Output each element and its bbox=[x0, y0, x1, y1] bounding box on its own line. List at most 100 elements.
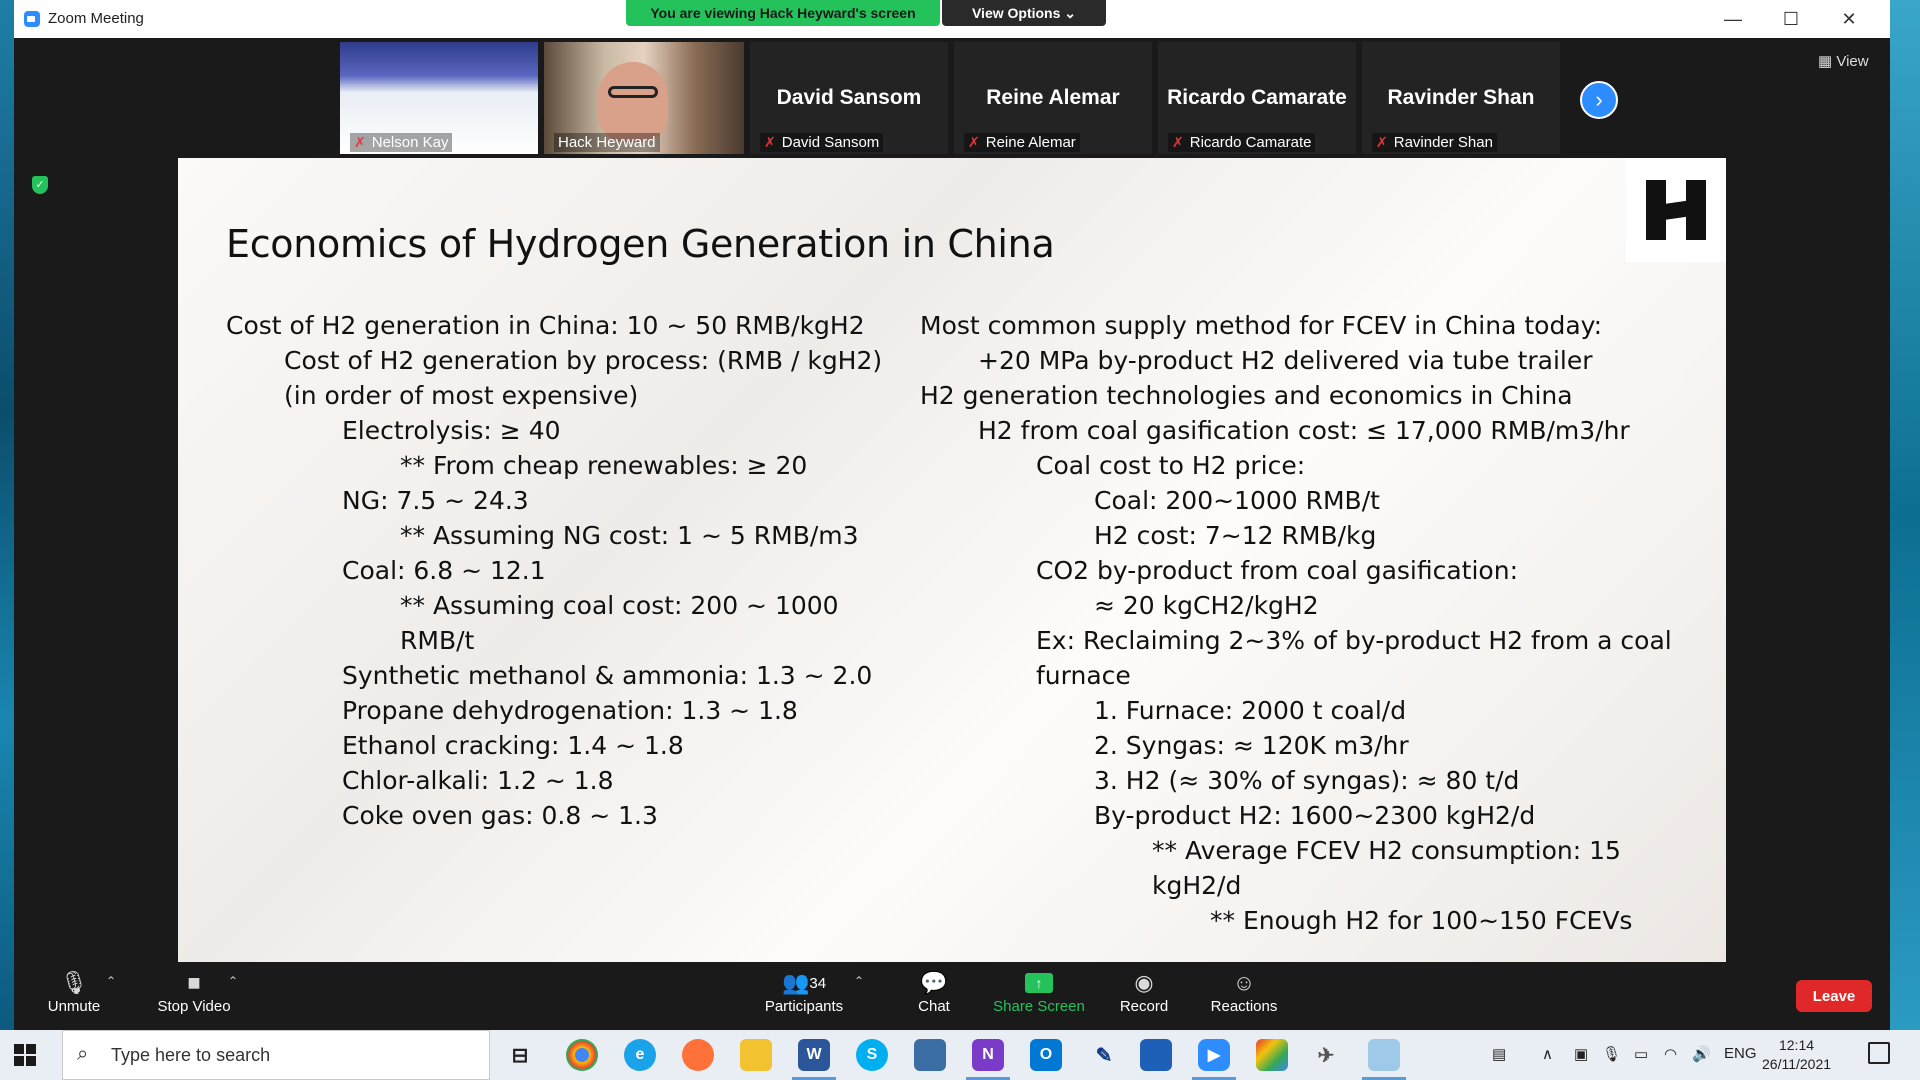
next-participants-button[interactable]: › bbox=[1580, 81, 1618, 119]
file-explorer-icon[interactable] bbox=[740, 1039, 772, 1071]
desktop-background-left bbox=[0, 0, 14, 1030]
slide-bullet-line: By-product H2: 1600~2300 kgH2/d bbox=[1094, 801, 1536, 830]
participant-label: ✗ Ricardo Camarate bbox=[1168, 133, 1316, 152]
video-options-caret[interactable]: ⌃ bbox=[228, 974, 238, 988]
participant-face bbox=[598, 62, 668, 142]
slide-bullet-line: furnace bbox=[1036, 661, 1131, 690]
windows-start-icon[interactable] bbox=[14, 1044, 36, 1066]
participant-strip: ✗ Nelson Kay Hack Heyward David Sansom ✗ D… bbox=[14, 40, 1890, 156]
notification-icon[interactable] bbox=[1868, 1042, 1890, 1064]
record-button[interactable]: ◉ Record bbox=[1104, 968, 1184, 1015]
slide-bullet-line: Propane dehydrogenation: 1.3 ~ 1.8 bbox=[342, 696, 798, 725]
chevron-up-icon[interactable]: ∧ bbox=[1542, 1045, 1553, 1063]
participant-tile-video[interactable]: ✗ Nelson Kay bbox=[340, 42, 538, 154]
windows-taskbar: ⌕ Type here to search ⊟ e W S N O ✎ ▶ ✈ … bbox=[0, 1030, 1920, 1080]
task-view-icon[interactable]: ⊟ bbox=[504, 1039, 536, 1071]
participant-tile[interactable]: David Sansom ✗ David Sansom bbox=[750, 42, 948, 154]
chrome-icon[interactable] bbox=[566, 1039, 598, 1071]
participant-tile[interactable]: Ricardo Camarate ✗ Ricardo Camarate bbox=[1158, 42, 1356, 154]
shared-screen-slide: Economics of Hydrogen Generation in Chin… bbox=[178, 158, 1726, 962]
chevron-right-icon: › bbox=[1595, 87, 1603, 112]
onenote-icon[interactable]: N bbox=[966, 1039, 1010, 1080]
participant-tile-video[interactable]: Hack Heyward bbox=[544, 42, 744, 154]
app-icon[interactable] bbox=[1362, 1039, 1406, 1080]
slide-bullet-line: Electrolysis: ≥ 40 bbox=[342, 416, 561, 445]
unmute-button[interactable]: 🎙 Unmute bbox=[34, 968, 114, 1015]
language-indicator[interactable]: ENG bbox=[1724, 1045, 1757, 1062]
participant-name: Ricardo Camarate bbox=[1167, 86, 1347, 109]
slide-bullet-line: Most common supply method for FCEV in Ch… bbox=[920, 311, 1603, 340]
record-icon: ◉ bbox=[1134, 970, 1154, 995]
slide-bullet-line: ** Average FCEV H2 consumption: 15 bbox=[1152, 836, 1621, 865]
participant-label: Hack Heyward bbox=[554, 133, 660, 152]
taskbar-search-box[interactable]: ⌕ Type here to search bbox=[62, 1030, 490, 1080]
search-icon: ⌕ bbox=[77, 1043, 89, 1065]
app-icon[interactable]: ✈ bbox=[1310, 1039, 1342, 1071]
meet-now-icon[interactable]: ▣ bbox=[1574, 1045, 1588, 1063]
paint-icon[interactable] bbox=[1256, 1039, 1288, 1071]
slide-bullet-line: CO2 by-product from coal gasification: bbox=[1036, 556, 1518, 585]
zoom-app-icon bbox=[24, 11, 40, 27]
slide-bullet-line: 1. Furnace: 2000 t coal/d bbox=[1094, 696, 1407, 725]
share-screen-button[interactable]: ↑ Share Screen bbox=[984, 968, 1094, 1015]
participant-name: David Sansom bbox=[776, 86, 922, 109]
meeting-toolbar: 🎙 Unmute ⌃ ■ Stop Video ⌃ 👥 34 Participa… bbox=[14, 962, 1890, 1030]
participants-icon: 👥 34 bbox=[781, 970, 827, 995]
leave-button[interactable]: Leave bbox=[1796, 980, 1872, 1012]
reactions-button[interactable]: ☺ Reactions bbox=[1194, 968, 1294, 1015]
edge-icon[interactable]: e bbox=[624, 1039, 656, 1071]
firefox-icon[interactable] bbox=[682, 1039, 714, 1071]
participant-tile[interactable]: Ravinder Shan ✗ Ravinder Shan bbox=[1362, 42, 1560, 154]
mic-muted-icon: ✗ bbox=[1376, 134, 1388, 150]
taskbar-clock[interactable]: 12:14 26/11/2021 bbox=[1762, 1036, 1831, 1074]
slide-title: Economics of Hydrogen Generation in Chin… bbox=[226, 222, 1055, 266]
mic-muted-icon: ✗ bbox=[354, 134, 366, 150]
skype-icon[interactable]: S bbox=[856, 1039, 888, 1071]
slide-bullet-line: (in order of most expensive) bbox=[284, 381, 639, 410]
participant-label: ✗ Nelson Kay bbox=[350, 133, 453, 152]
mic-muted-icon: ✗ bbox=[764, 134, 776, 150]
slide-bullet-line: H2 from coal gasification cost: ≤ 17,000… bbox=[978, 416, 1630, 445]
pen-icon[interactable]: ✎ bbox=[1088, 1039, 1120, 1071]
view-options-button[interactable]: View Options ⌄ bbox=[942, 0, 1106, 26]
volume-icon[interactable]: 🔊 bbox=[1692, 1045, 1711, 1063]
slide-bullet-line: ** Assuming NG cost: 1 ~ 5 RMB/m3 bbox=[400, 521, 859, 550]
app-icon[interactable] bbox=[1140, 1039, 1172, 1071]
participants-options-caret[interactable]: ⌃ bbox=[854, 974, 864, 988]
participants-button[interactable]: 👥 34 Participants bbox=[754, 968, 854, 1015]
zoom-window: Zoom Meeting — ☐ ✕ You are viewing Hack … bbox=[14, 0, 1890, 1030]
wifi-icon[interactable]: ◠ bbox=[1664, 1045, 1677, 1063]
participant-label: ✗ Reine Alemar bbox=[964, 133, 1080, 152]
slide-right-column: Most common supply method for FCEV in Ch… bbox=[920, 308, 1672, 938]
slide-bullet-line: ** Assuming coal cost: 200 ~ 1000 bbox=[400, 591, 839, 620]
viewing-screen-banner: You are viewing Hack Heyward's screen bbox=[626, 0, 940, 26]
battery-icon[interactable]: ▭ bbox=[1634, 1045, 1648, 1063]
word-icon[interactable]: W bbox=[792, 1039, 836, 1080]
slide-bullet-line: Synthetic methanol & ammonia: 1.3 ~ 2.0 bbox=[342, 661, 873, 690]
slide-bullet-line: RMB/t bbox=[400, 626, 475, 655]
view-button[interactable]: ▦ View bbox=[1818, 52, 1869, 70]
close-button[interactable]: ✕ bbox=[1820, 0, 1878, 38]
audio-options-caret[interactable]: ⌃ bbox=[106, 974, 116, 988]
slide-bullet-line: kgH2/d bbox=[1152, 871, 1242, 900]
search-placeholder: Type here to search bbox=[111, 1045, 271, 1065]
security-shield-icon[interactable]: ✓ bbox=[32, 176, 48, 194]
slide-bullet-line: Coal cost to H2 price: bbox=[1036, 451, 1306, 480]
slide-bullet-line: Coal: 200~1000 RMB/t bbox=[1094, 486, 1380, 515]
chat-button[interactable]: 💬 Chat bbox=[894, 968, 974, 1015]
slide-bullet-line: H2 cost: 7~12 RMB/kg bbox=[1094, 521, 1377, 550]
microphone-muted-icon: 🎙 bbox=[60, 970, 88, 995]
news-icon[interactable]: ▤ bbox=[1492, 1045, 1506, 1063]
microphone-icon[interactable]: 🎙 bbox=[1602, 1045, 1621, 1063]
zoom-taskbar-icon[interactable]: ▶ bbox=[1192, 1039, 1236, 1080]
app-icon[interactable] bbox=[914, 1039, 946, 1071]
slide-bullet-line: Coke oven gas: 0.8 ~ 1.3 bbox=[342, 801, 658, 830]
smiley-plus-icon: ☺ bbox=[1232, 970, 1256, 995]
participant-tile[interactable]: Reine Alemar ✗ Reine Alemar bbox=[954, 42, 1152, 154]
minimize-button[interactable]: — bbox=[1704, 0, 1762, 38]
outlook-icon[interactable]: O bbox=[1030, 1039, 1062, 1071]
maximize-button[interactable]: ☐ bbox=[1762, 0, 1820, 38]
slide-bullet-line: 3. H2 (≈ 30% of syngas): ≈ 80 t/d bbox=[1094, 766, 1520, 795]
slide-bullet-line: Cost of H2 generation in China: 10 ~ 50 … bbox=[226, 311, 865, 340]
participant-name: Ravinder Shan bbox=[1387, 86, 1535, 109]
